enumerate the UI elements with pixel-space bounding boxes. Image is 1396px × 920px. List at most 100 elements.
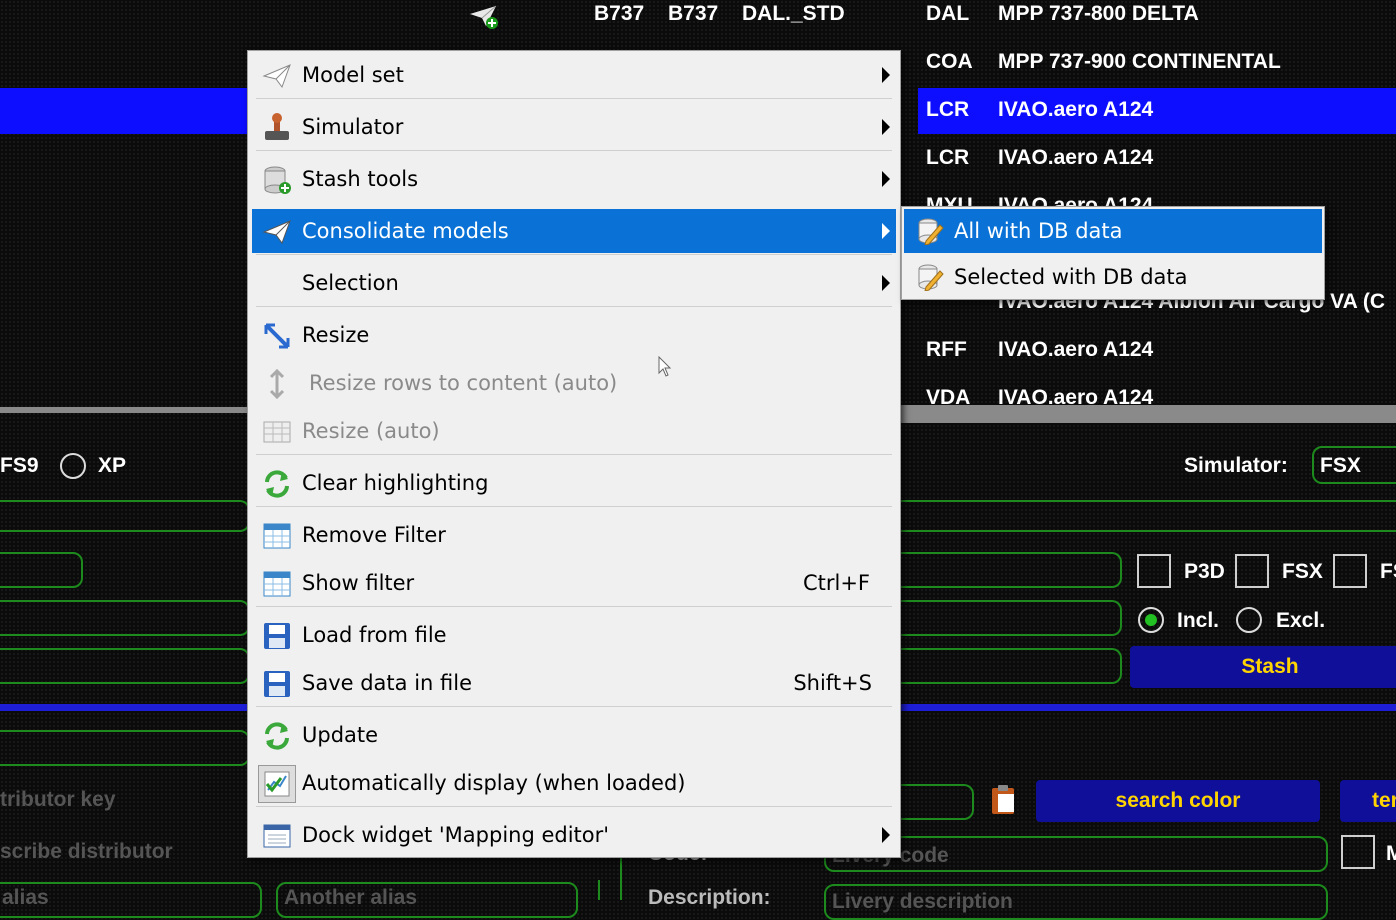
simulator-select[interactable]: FSX [1312,446,1396,484]
menu-item-label: Show filter [302,571,415,595]
submenu-arrow-icon [882,275,890,291]
right-field[interactable] [900,648,1122,684]
shortcut-label: Shift+S [793,671,872,695]
menu-item-label: Model set [302,63,404,87]
plane-add-icon [468,2,500,30]
search-color-button[interactable]: search color [1036,780,1320,822]
database-edit-icon [916,217,944,246]
menu-item-label: Update [302,723,379,747]
right-field[interactable] [900,600,1122,636]
resize-diagonal-icon [262,321,292,351]
simulator-value: FSX [1320,454,1361,477]
menu-item-resize-rows[interactable]: Resize rows to content (auto) [252,361,896,405]
menu-item-show-filter[interactable]: Show filter Ctrl+F [252,561,896,605]
menu-item-label: Load from file [302,623,447,647]
submenu-arrow-icon [882,67,890,83]
menu-item-label: Selection [302,271,399,295]
menu-item-label: Consolidate models [302,219,509,243]
table-cell-model: MPP 737-900 CONTINENTAL [998,50,1281,73]
joystick-icon [262,113,292,143]
livery-description-placeholder: Livery description [832,890,1013,913]
menu-item-consolidate-models[interactable]: Consolidate models [252,209,896,253]
right-field[interactable] [900,500,1396,532]
right-field[interactable] [900,552,1122,588]
database-add-icon [262,165,292,195]
menu-item-label: Save data in file [302,671,472,695]
p3d-label: P3D [1184,560,1225,583]
fs9-label: FS9 [0,454,39,477]
another-alias-field[interactable]: Another alias [276,882,578,918]
menu-item-remove-filter[interactable]: Remove Filter [252,513,896,557]
fsx-checkbox[interactable] [1235,554,1269,588]
m-checkbox[interactable] [1341,835,1375,869]
table-cell-type: B737 [668,2,719,25]
submenu-item-label: Selected with DB data [954,265,1188,289]
xp-radio[interactable] [60,453,86,479]
table-cell-model: IVAO.aero A124 [998,98,1154,121]
clipboard-icon[interactable] [990,784,1018,816]
left-field[interactable] [0,730,250,766]
resize-vertical-icon [262,368,292,400]
menu-item-selection[interactable]: Selection [252,261,896,305]
alias-field[interactable]: alias [0,882,262,918]
menu-item-model-set[interactable]: Model set [252,53,896,97]
consolidate-submenu: All with DB data Selected with DB data [901,206,1325,300]
left-field[interactable] [0,600,250,636]
excl-radio[interactable] [1236,607,1262,633]
menu-item-stash-tools[interactable]: Stash tools [252,157,896,201]
blue-divider [0,704,250,711]
livery-description-field[interactable]: Livery description [824,884,1328,920]
table-cell-code: DAL [926,2,970,25]
left-field[interactable] [0,648,250,684]
menu-item-load-from-file[interactable]: Load from file [252,613,896,657]
submenu-item-all-with-db-data[interactable]: All with DB data [904,209,1322,253]
menu-item-resize[interactable]: Resize [252,313,896,357]
menu-item-clear-highlighting[interactable]: Clear highlighting [252,461,896,505]
filter-table-icon [262,569,292,599]
alias-placeholder: alias [2,886,49,909]
selected-row-left[interactable] [0,88,250,134]
table-cell-code: LCR [926,146,970,169]
refresh-icon [262,721,292,751]
fsx-label: FSX [1282,560,1323,583]
incl-radio[interactable] [1138,607,1164,633]
distributor-key-placeholder: tributor key [0,788,116,811]
menu-item-update[interactable]: Update [252,713,896,757]
menu-item-label: Stash tools [302,167,419,191]
menu-item-save-data-in-file[interactable]: Save data in file Shift+S [252,661,896,705]
horizontal-scrollbar[interactable] [900,405,1396,423]
table-cell-code: COA [926,50,973,73]
submenu-item-selected-with-db-data[interactable]: Selected with DB data [904,255,1322,299]
selected-row-right[interactable] [918,88,1396,134]
paper-plane-icon [262,61,292,91]
right-field[interactable] [900,784,974,820]
table-icon [262,417,292,447]
menu-item-automatically-display[interactable]: Automatically display (when loaded) [252,761,896,805]
frame-line [598,880,600,900]
incl-label: Incl. [1177,609,1220,632]
left-field[interactable] [0,500,250,532]
paper-plane-icon [262,217,292,247]
floppy-icon [262,621,292,651]
simulator-label: Simulator: [1184,454,1288,477]
submenu-arrow-icon [882,827,890,843]
table-cell-type: B737 [594,2,645,25]
menu-item-simulator[interactable]: Simulator [252,105,896,149]
menu-item-label: Resize (auto) [302,419,440,443]
menu-item-dock-widget[interactable]: Dock widget 'Mapping editor' [252,813,896,857]
menu-item-resize-auto[interactable]: Resize (auto) [252,409,896,453]
ter-button[interactable]: ter [1340,780,1396,822]
splitter[interactable] [0,407,250,413]
submenu-item-label: All with DB data [954,219,1123,243]
description-label: Description: [648,886,771,909]
fs-checkbox[interactable] [1333,554,1367,588]
chart-check-icon [258,765,296,803]
stash-button[interactable]: Stash [1130,646,1396,688]
menu-item-label: Resize [302,323,370,347]
left-field[interactable] [0,552,83,588]
p3d-checkbox[interactable] [1137,554,1171,588]
describe-distributor-placeholder: scribe distributor [0,840,173,863]
another-alias-placeholder: Another alias [284,886,418,909]
window-icon [262,821,292,851]
m-label: M [1386,842,1396,865]
